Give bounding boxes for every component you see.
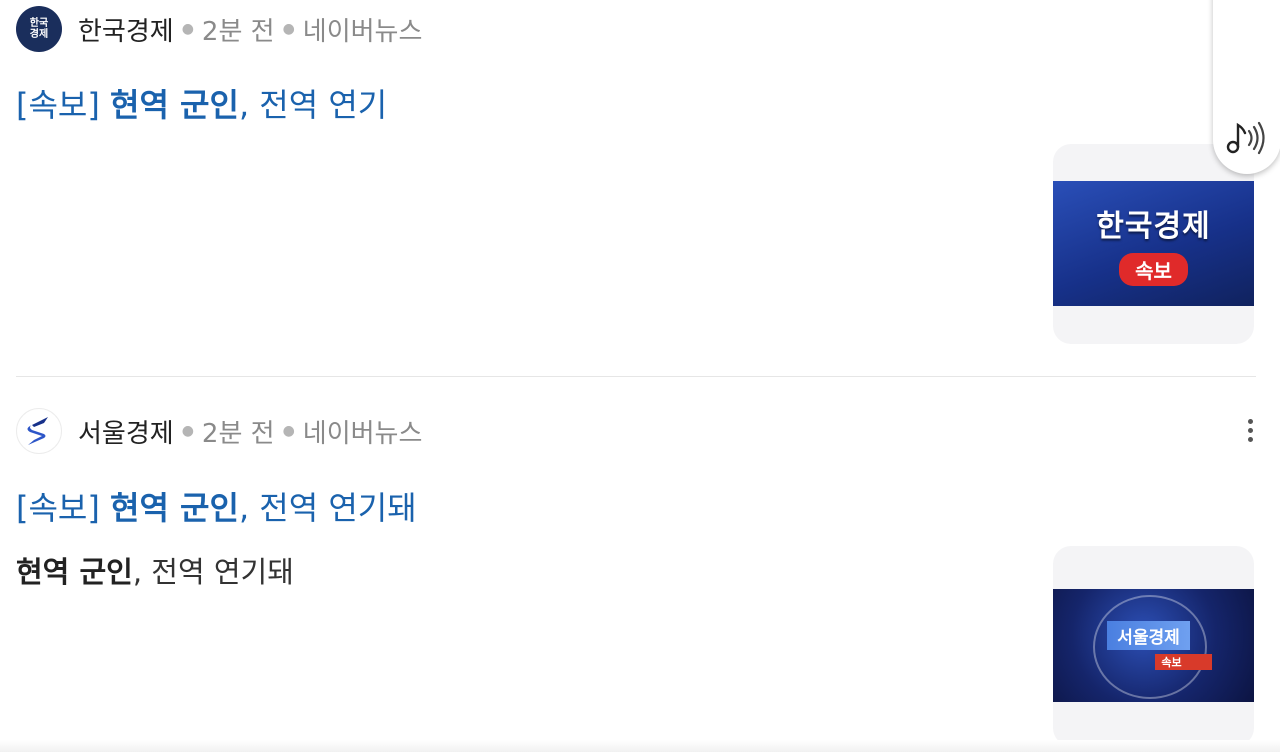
sedaily-logo — [16, 408, 62, 454]
more-vertical-icon — [1247, 418, 1253, 424]
platform-name: 네이버뉴스 — [302, 418, 423, 449]
news-title-link[interactable]: [속보] 현역 군인, 전역 연기돼 — [16, 483, 417, 529]
audio-listen-button[interactable] — [1213, 0, 1280, 174]
title-rest: , 전역 연기돼 — [238, 489, 417, 527]
title-prefix: [속보] — [16, 86, 111, 124]
thumbnail-image: 서울경제 속보 — [1053, 589, 1254, 702]
source-row[interactable]: 한국 경제 한국경제 ● 2분 전 ● 네이버뉴스 — [16, 6, 422, 52]
separator-dot: ● — [181, 21, 194, 37]
thumbnail-badge: 속보 — [1155, 654, 1212, 670]
news-snippet: 현역 군인, 전역 연기돼 — [16, 549, 294, 591]
hankyung-logo: 한국 경제 — [16, 6, 62, 52]
more-options-button[interactable] — [1238, 413, 1262, 447]
bottom-edge — [0, 740, 1280, 752]
news-thumbnail[interactable]: 서울경제 속보 — [1053, 546, 1254, 746]
snippet-rest: , 전역 연기돼 — [132, 555, 294, 589]
title-rest: , 전역 연기 — [238, 86, 388, 124]
logo-text-line2: 경제 — [29, 29, 49, 40]
logo-text-line1: 한국 — [29, 18, 49, 29]
thumbnail-image: 한국경제 속보 — [1053, 181, 1254, 306]
separator-dot: ● — [282, 21, 295, 37]
title-highlight: 현역 군인 — [110, 86, 239, 124]
search-results-page: 한국 경제 한국경제 ● 2분 전 ● 네이버뉴스 [속보] 현역 군인, 전역… — [0, 0, 1280, 752]
separator-dot: ● — [282, 423, 295, 439]
title-prefix: [속보] — [16, 489, 111, 527]
sedaily-s-icon — [27, 417, 48, 445]
source-name[interactable]: 서울경제 — [78, 413, 174, 450]
published-time: 2분 전 — [201, 16, 275, 47]
published-time: 2분 전 — [201, 418, 275, 449]
news-thumbnail[interactable]: 한국경제 속보 — [1053, 144, 1254, 344]
thumbnail-badge: 속보 — [1119, 253, 1188, 286]
snippet-highlight: 현역 군인 — [16, 555, 133, 589]
source-name[interactable]: 한국경제 — [78, 11, 174, 48]
thumbnail-title: 서울경제 — [1107, 621, 1190, 650]
news-title-link[interactable]: [속보] 현역 군인, 전역 연기 — [16, 80, 387, 126]
platform-name: 네이버뉴스 — [302, 16, 423, 47]
source-row[interactable]: 서울경제 ● 2분 전 ● 네이버뉴스 — [16, 408, 422, 454]
separator-dot: ● — [181, 423, 194, 439]
news-result-card[interactable]: 서울경제 ● 2분 전 ● 네이버뉴스 [속보] 현역 군인, 전역 연기돼 현… — [0, 377, 1280, 752]
thumbnail-title: 한국경제 — [1096, 209, 1211, 244]
audio-listen-icon — [1226, 121, 1265, 155]
news-result-card[interactable]: 한국 경제 한국경제 ● 2분 전 ● 네이버뉴스 [속보] 현역 군인, 전역… — [0, 0, 1280, 376]
title-highlight: 현역 군인 — [110, 489, 239, 527]
